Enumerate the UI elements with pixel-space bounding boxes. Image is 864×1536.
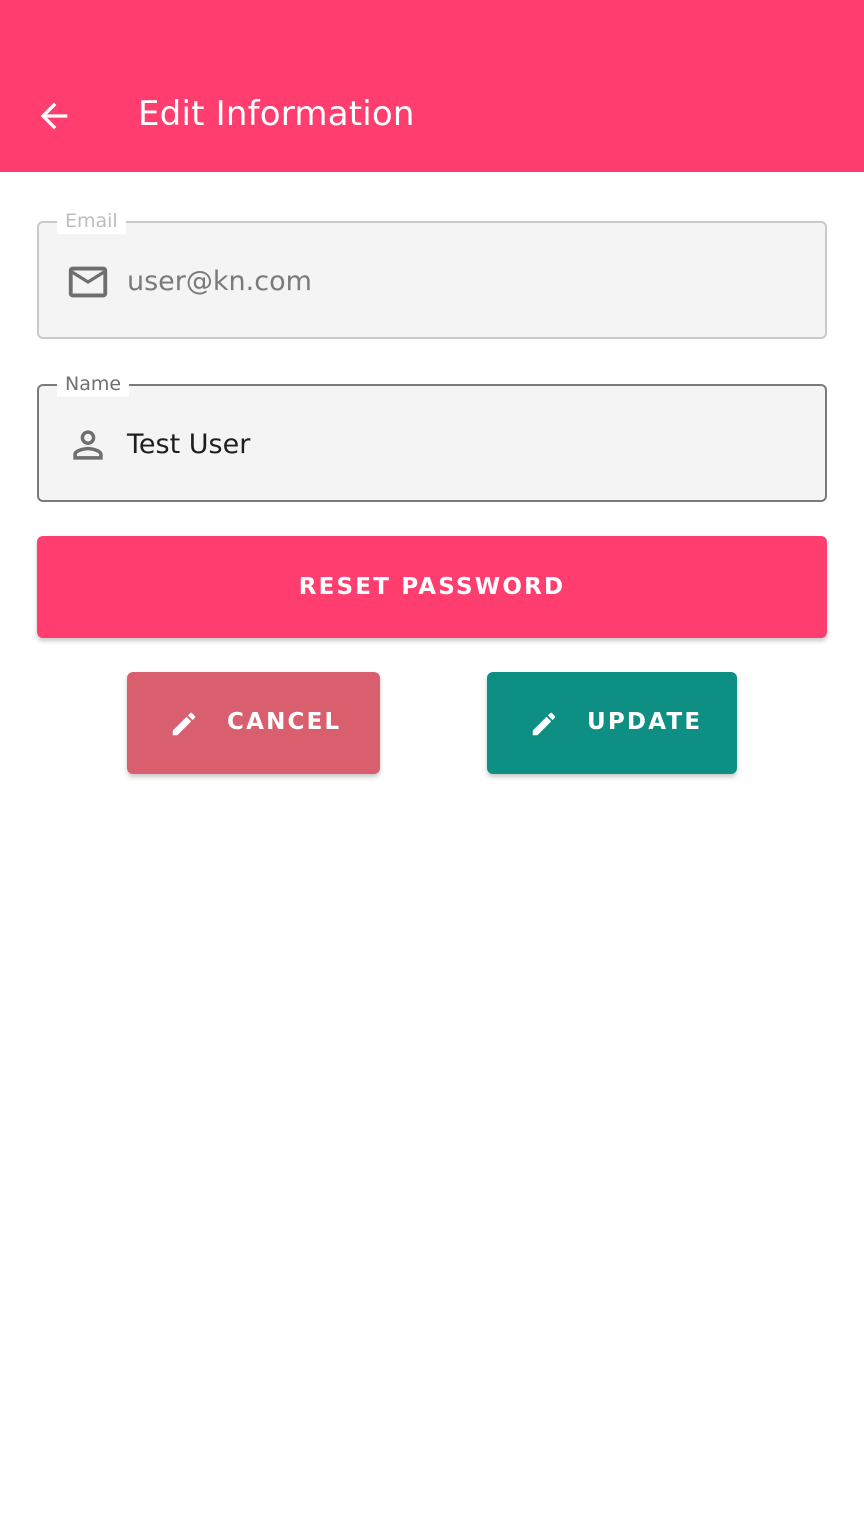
- name-field-label: Name: [57, 371, 130, 397]
- pencil-icon: [172, 712, 196, 736]
- page-title: Edit Information: [138, 94, 415, 134]
- update-button[interactable]: UPDATE: [487, 672, 737, 774]
- email-field[interactable]: Email user@kn.com: [37, 208, 827, 339]
- mail-icon: [65, 259, 111, 305]
- person-icon: [65, 422, 111, 468]
- name-input[interactable]: Test User: [127, 428, 807, 462]
- pencil-icon: [532, 712, 556, 736]
- reset-password-label: RESET PASSWORD: [298, 574, 566, 600]
- cancel-label: CANCEL: [227, 709, 342, 735]
- arrow-left-icon: [40, 102, 68, 130]
- app-bar: Edit Information: [0, 0, 864, 172]
- update-label: UPDATE: [587, 709, 703, 735]
- email-field-label: Email: [57, 208, 126, 234]
- reset-password-button[interactable]: RESET PASSWORD: [37, 536, 827, 638]
- cancel-button[interactable]: CANCEL: [127, 672, 380, 774]
- name-field[interactable]: Name Test User: [37, 371, 827, 502]
- email-input[interactable]: user@kn.com: [127, 265, 807, 299]
- back-button[interactable]: [22, 86, 86, 146]
